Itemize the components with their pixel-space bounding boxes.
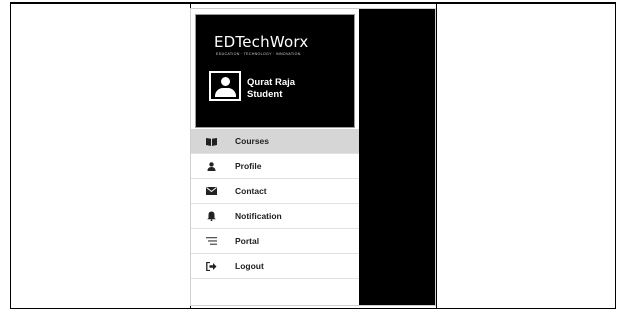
menu-item-profile[interactable]: Profile	[191, 154, 359, 179]
brand-logo: EDTechWorx	[214, 33, 309, 51]
list-icon	[205, 235, 217, 247]
drawer-scrim[interactable]	[359, 9, 435, 305]
user-role: Student	[247, 89, 283, 100]
menu-item-portal[interactable]: Portal	[191, 229, 359, 254]
menu-item-label: Courses	[235, 136, 270, 146]
book-icon	[205, 135, 217, 147]
menu-item-courses[interactable]: Courses	[191, 129, 359, 154]
drawer-header: EDTechWorx EDUCATION · TECHNOLOGY · INNO…	[195, 14, 355, 128]
user-name: Qurat Raja	[247, 77, 296, 88]
menu-item-label: Notification	[235, 211, 282, 221]
avatar[interactable]	[209, 71, 241, 101]
menu-item-label: Logout	[235, 261, 264, 271]
drawer-menu: Courses Profile Contact Notification Por…	[191, 129, 359, 279]
menu-item-logout[interactable]: Logout	[191, 254, 359, 279]
menu-item-notification[interactable]: Notification	[191, 204, 359, 229]
table-column-divider	[436, 3, 437, 309]
menu-item-contact[interactable]: Contact	[191, 179, 359, 204]
menu-item-label: Profile	[235, 161, 262, 171]
menu-item-label: Portal	[235, 236, 260, 246]
brand-tagline: EDUCATION · TECHNOLOGY · INNOVATION	[216, 52, 301, 56]
person-icon	[205, 160, 217, 172]
user-icon	[221, 77, 230, 86]
phone-screenshot: EDTechWorx EDUCATION · TECHNOLOGY · INNO…	[190, 8, 436, 306]
envelope-icon	[205, 185, 217, 197]
logout-icon	[205, 260, 217, 272]
navigation-drawer: EDTechWorx EDUCATION · TECHNOLOGY · INNO…	[191, 9, 359, 305]
bell-icon	[205, 210, 217, 222]
menu-item-label: Contact	[235, 186, 267, 196]
